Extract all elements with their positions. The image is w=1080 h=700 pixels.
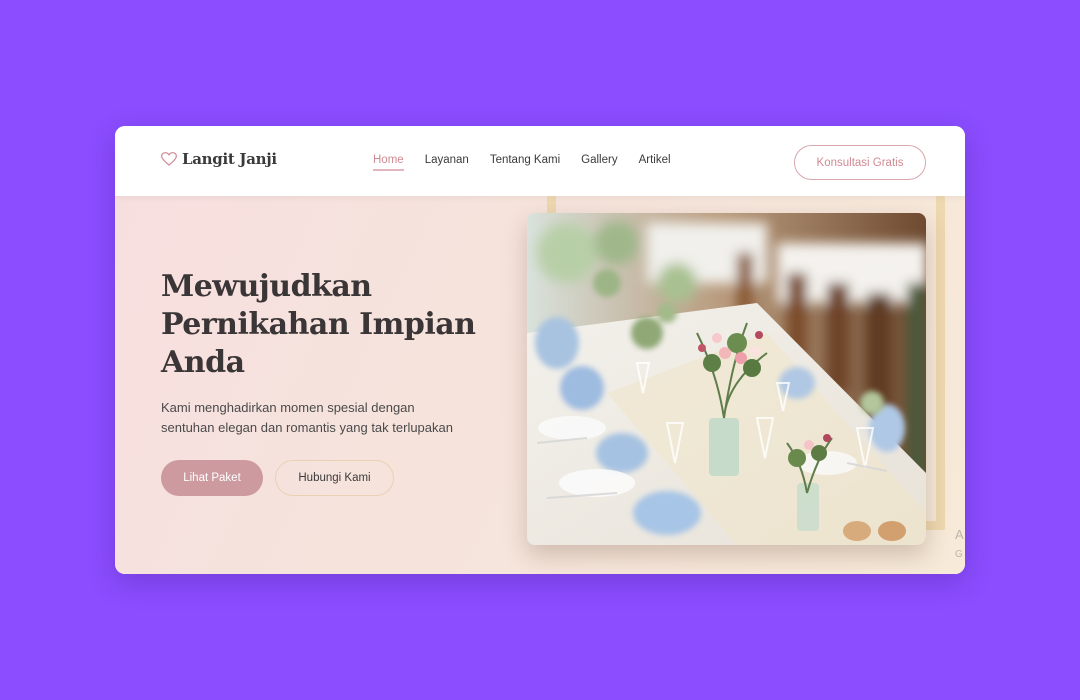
wedding-table-photo	[527, 213, 926, 545]
edge-partial-text: A G	[955, 526, 964, 564]
nav-link-layanan[interactable]: Layanan	[425, 154, 469, 171]
navbar: Langit Janji Home Layanan Tentang Kami G…	[115, 126, 965, 196]
brand-logo[interactable]: Langit Janji	[161, 150, 277, 168]
konsultasi-gratis-button[interactable]: Konsultasi Gratis	[794, 145, 926, 180]
hero-subtitle: Kami menghadirkan momen spesial dengan s…	[161, 398, 506, 438]
hero-title-line-3: Anda	[161, 345, 245, 380]
website-window: Langit Janji Home Layanan Tentang Kami G…	[115, 126, 965, 574]
hubungi-kami-button[interactable]: Hubungi Kami	[275, 460, 394, 496]
hero-subtitle-line-1: Kami menghadirkan momen spesial dengan	[161, 400, 415, 415]
edge-letter-2: G	[955, 549, 963, 560]
nav-link-artikel[interactable]: Artikel	[639, 154, 671, 171]
hero-section: Mewujudkan Pernikahan Impian Anda Kami m…	[115, 196, 965, 574]
wedding-table-illustration	[527, 213, 926, 545]
nav-menu: Home Layanan Tentang Kami Gallery Artike…	[373, 154, 671, 171]
hero-subtitle-line-2: sentuhan elegan dan romantis yang tak te…	[161, 420, 453, 435]
edge-letter-1: A	[955, 527, 964, 542]
brand-name: Langit Janji	[182, 150, 277, 168]
nav-link-tentang-kami[interactable]: Tentang Kami	[490, 154, 560, 171]
hero-title-line-2: Pernikahan Impian	[161, 307, 476, 342]
nav-link-gallery[interactable]: Gallery	[581, 154, 617, 171]
hero-title: Mewujudkan Pernikahan Impian Anda	[161, 268, 491, 382]
hero-title-line-1: Mewujudkan	[161, 269, 372, 304]
nav-link-home[interactable]: Home	[373, 154, 404, 171]
lihat-paket-button[interactable]: Lihat Paket	[161, 460, 263, 496]
heart-outline-icon	[161, 152, 177, 166]
